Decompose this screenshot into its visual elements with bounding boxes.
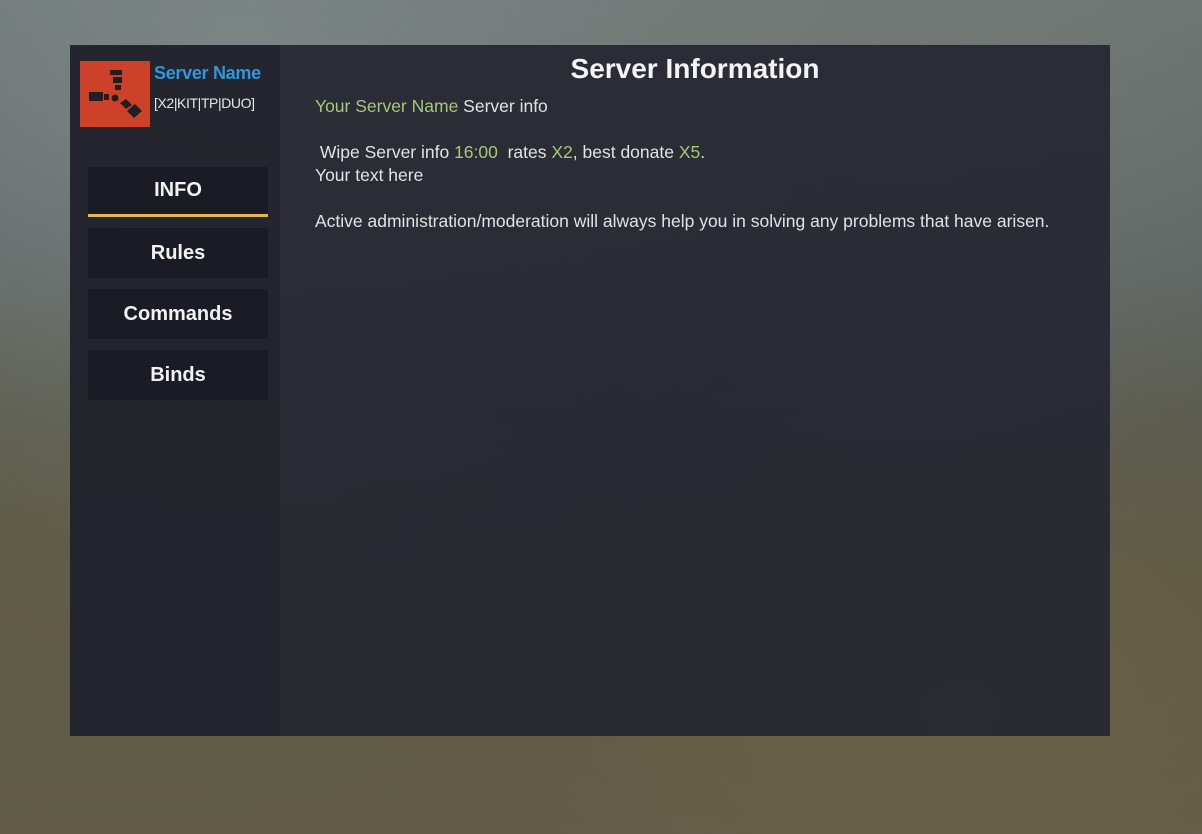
server-name: Server Name <box>154 63 261 83</box>
server-info-text: Server info <box>458 96 548 116</box>
rates-value: X2 <box>551 142 573 162</box>
wipe-info-line: Wipe Server info 16:00 rates X2, best do… <box>315 141 1075 164</box>
wipe-label: Wipe Server info <box>315 142 455 162</box>
donate-value: X5 <box>678 142 701 162</box>
rates-label: rates <box>497 142 552 162</box>
nav-button-binds[interactable]: Binds <box>88 350 268 400</box>
nav-button-commands[interactable]: Commands <box>88 289 268 339</box>
custom-text: Your text here <box>315 165 424 185</box>
server-info-panel: Server Name [X2|KIT|TP|DUO] INFO Rules C… <box>70 45 1110 736</box>
wipe-time: 16:00 <box>454 142 498 162</box>
page-title: Server Information <box>570 53 820 84</box>
donate-label: , best donate <box>572 142 679 162</box>
sidebar: Server Name [X2|KIT|TP|DUO] INFO Rules C… <box>70 45 280 736</box>
admin-text: Active administration/moderation will al… <box>315 211 1050 231</box>
server-name-highlight: Your Server Name <box>315 96 459 116</box>
nav-button-rules[interactable]: Rules <box>88 228 268 278</box>
rust-logo-icon <box>80 61 150 127</box>
info-content: Your Server Name Server info Wipe Server… <box>315 95 1075 233</box>
server-tag: [X2|KIT|TP|DUO] <box>154 95 255 111</box>
nav-button-info[interactable]: INFO <box>88 167 268 217</box>
server-info-line: Your Server Name Server info <box>315 95 1075 118</box>
donate-suffix: . <box>700 142 706 162</box>
